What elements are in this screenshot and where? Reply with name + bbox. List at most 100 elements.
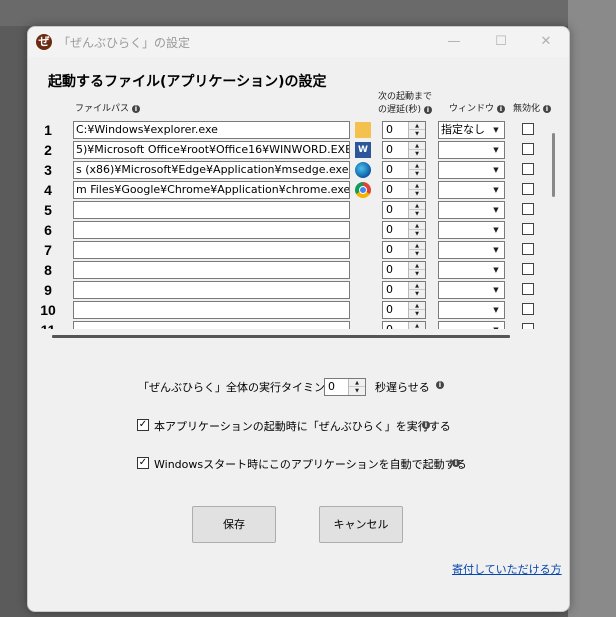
stepper-up-icon[interactable]: ▲ <box>409 262 425 270</box>
stepper-buttons[interactable]: ▲ ▼ <box>408 122 425 138</box>
stepper-up-icon[interactable]: ▲ <box>409 322 425 329</box>
window-mode-select[interactable]: ▼ <box>438 241 505 259</box>
disable-checkbox[interactable] <box>522 223 534 235</box>
global-delay-stepper[interactable]: 0 ▲ ▼ <box>324 378 366 396</box>
stepper-buttons[interactable]: ▲ ▼ <box>348 379 365 395</box>
delay-stepper[interactable]: 0 ▲ ▼ <box>382 121 426 139</box>
window-mode-select[interactable]: ▼ <box>438 161 505 179</box>
stepper-down-icon[interactable]: ▼ <box>349 387 365 395</box>
maximize-button[interactable]: ☐ <box>486 32 516 52</box>
delay-stepper[interactable]: 0 ▲ ▼ <box>382 261 426 279</box>
window-mode-select[interactable]: 指定なし ▼ <box>438 121 505 139</box>
info-icon[interactable]: i <box>436 381 444 389</box>
info-icon[interactable]: i <box>422 421 430 429</box>
file-path-input[interactable] <box>73 221 350 239</box>
delay-stepper[interactable]: 0 ▲ ▼ <box>382 281 426 299</box>
disable-checkbox[interactable] <box>522 123 534 135</box>
file-path-input[interactable] <box>73 241 350 259</box>
window-mode-select[interactable]: ▼ <box>438 181 505 199</box>
chevron-down-icon[interactable]: ▼ <box>490 262 502 278</box>
delay-stepper[interactable]: 0 ▲ ▼ <box>382 241 426 259</box>
stepper-buttons[interactable]: ▲ ▼ <box>408 182 425 198</box>
delay-stepper[interactable]: 0 ▲ ▼ <box>382 161 426 179</box>
stepper-up-icon[interactable]: ▲ <box>409 122 425 130</box>
info-icon[interactable]: i <box>452 459 460 467</box>
stepper-down-icon[interactable]: ▼ <box>409 310 425 318</box>
save-button[interactable]: 保存 <box>192 506 276 543</box>
file-path-input[interactable]: C:¥Windows¥explorer.exe <box>73 121 350 139</box>
autostart-checkbox[interactable]: ✓ <box>137 457 149 469</box>
stepper-up-icon[interactable]: ▲ <box>409 302 425 310</box>
delay-stepper[interactable]: 0 ▲ ▼ <box>382 321 426 329</box>
disable-checkbox[interactable] <box>522 303 534 315</box>
chevron-down-icon[interactable]: ▼ <box>490 322 502 329</box>
chevron-down-icon[interactable]: ▼ <box>490 282 502 298</box>
file-path-input[interactable]: m Files¥Google¥Chrome¥Application¥chrome… <box>73 181 350 199</box>
disable-checkbox[interactable] <box>522 183 534 195</box>
file-path-input[interactable] <box>73 281 350 299</box>
minimize-button[interactable]: — <box>439 32 469 52</box>
donate-link[interactable]: 寄付していただける方 <box>452 561 562 577</box>
delay-stepper[interactable]: 0 ▲ ▼ <box>382 301 426 319</box>
file-path-input[interactable] <box>73 261 350 279</box>
stepper-down-icon[interactable]: ▼ <box>409 290 425 298</box>
stepper-buttons[interactable]: ▲ ▼ <box>408 142 425 158</box>
file-path-input[interactable] <box>73 301 350 319</box>
stepper-down-icon[interactable]: ▼ <box>409 130 425 138</box>
delay-stepper[interactable]: 0 ▲ ▼ <box>382 201 426 219</box>
stepper-down-icon[interactable]: ▼ <box>409 170 425 178</box>
run-on-launch-checkbox[interactable]: ✓ <box>137 419 149 431</box>
stepper-up-icon[interactable]: ▲ <box>409 162 425 170</box>
disable-checkbox[interactable] <box>522 283 534 295</box>
info-icon[interactable]: i <box>131 104 140 113</box>
vertical-scrollbar[interactable] <box>552 133 555 197</box>
file-path-input[interactable]: 5)¥Microsoft Office¥root¥Office16¥WINWOR… <box>73 141 350 159</box>
file-path-input[interactable] <box>73 201 350 219</box>
stepper-buttons[interactable]: ▲ ▼ <box>408 302 425 318</box>
disable-checkbox[interactable] <box>522 263 534 275</box>
stepper-up-icon[interactable]: ▲ <box>409 222 425 230</box>
chevron-down-icon[interactable]: ▼ <box>490 222 502 238</box>
disable-checkbox[interactable] <box>522 163 534 175</box>
stepper-up-icon[interactable]: ▲ <box>349 379 365 387</box>
stepper-down-icon[interactable]: ▼ <box>409 270 425 278</box>
chevron-down-icon[interactable]: ▼ <box>490 162 502 178</box>
stepper-up-icon[interactable]: ▲ <box>409 202 425 210</box>
chevron-down-icon[interactable]: ▼ <box>490 242 502 258</box>
window-mode-select[interactable]: ▼ <box>438 321 505 329</box>
file-path-input[interactable] <box>73 321 350 329</box>
stepper-buttons[interactable]: ▲ ▼ <box>408 222 425 238</box>
disable-checkbox[interactable] <box>522 143 534 155</box>
file-path-input[interactable]: s (x86)¥Microsoft¥Edge¥Application¥msedg… <box>73 161 350 179</box>
stepper-buttons[interactable]: ▲ ▼ <box>408 262 425 278</box>
stepper-buttons[interactable]: ▲ ▼ <box>408 322 425 329</box>
stepper-buttons[interactable]: ▲ ▼ <box>408 202 425 218</box>
stepper-buttons[interactable]: ▲ ▼ <box>408 242 425 258</box>
chevron-down-icon[interactable]: ▼ <box>490 302 502 318</box>
chevron-down-icon[interactable]: ▼ <box>490 202 502 218</box>
window-mode-select[interactable]: ▼ <box>438 201 505 219</box>
stepper-up-icon[interactable]: ▲ <box>409 142 425 150</box>
info-icon[interactable]: i <box>542 104 551 113</box>
stepper-up-icon[interactable]: ▲ <box>409 182 425 190</box>
window-mode-select[interactable]: ▼ <box>438 261 505 279</box>
stepper-down-icon[interactable]: ▼ <box>409 190 425 198</box>
title-bar[interactable]: ぜ 「ぜんぶひらく」の設定 — ☐ ✕ <box>28 27 569 57</box>
stepper-down-icon[interactable]: ▼ <box>409 250 425 258</box>
window-mode-select[interactable]: ▼ <box>438 221 505 239</box>
chevron-down-icon[interactable]: ▼ <box>490 122 502 138</box>
horizontal-scrollbar[interactable] <box>52 335 510 338</box>
chevron-down-icon[interactable]: ▼ <box>490 182 502 198</box>
delay-stepper[interactable]: 0 ▲ ▼ <box>382 181 426 199</box>
stepper-buttons[interactable]: ▲ ▼ <box>408 282 425 298</box>
disable-checkbox[interactable] <box>522 243 534 255</box>
window-mode-select[interactable]: ▼ <box>438 301 505 319</box>
stepper-down-icon[interactable]: ▼ <box>409 230 425 238</box>
delay-stepper[interactable]: 0 ▲ ▼ <box>382 141 426 159</box>
stepper-down-icon[interactable]: ▼ <box>409 210 425 218</box>
stepper-up-icon[interactable]: ▲ <box>409 242 425 250</box>
cancel-button[interactable]: キャンセル <box>319 506 403 543</box>
disable-checkbox[interactable] <box>522 323 534 329</box>
chevron-down-icon[interactable]: ▼ <box>490 142 502 158</box>
stepper-up-icon[interactable]: ▲ <box>409 282 425 290</box>
